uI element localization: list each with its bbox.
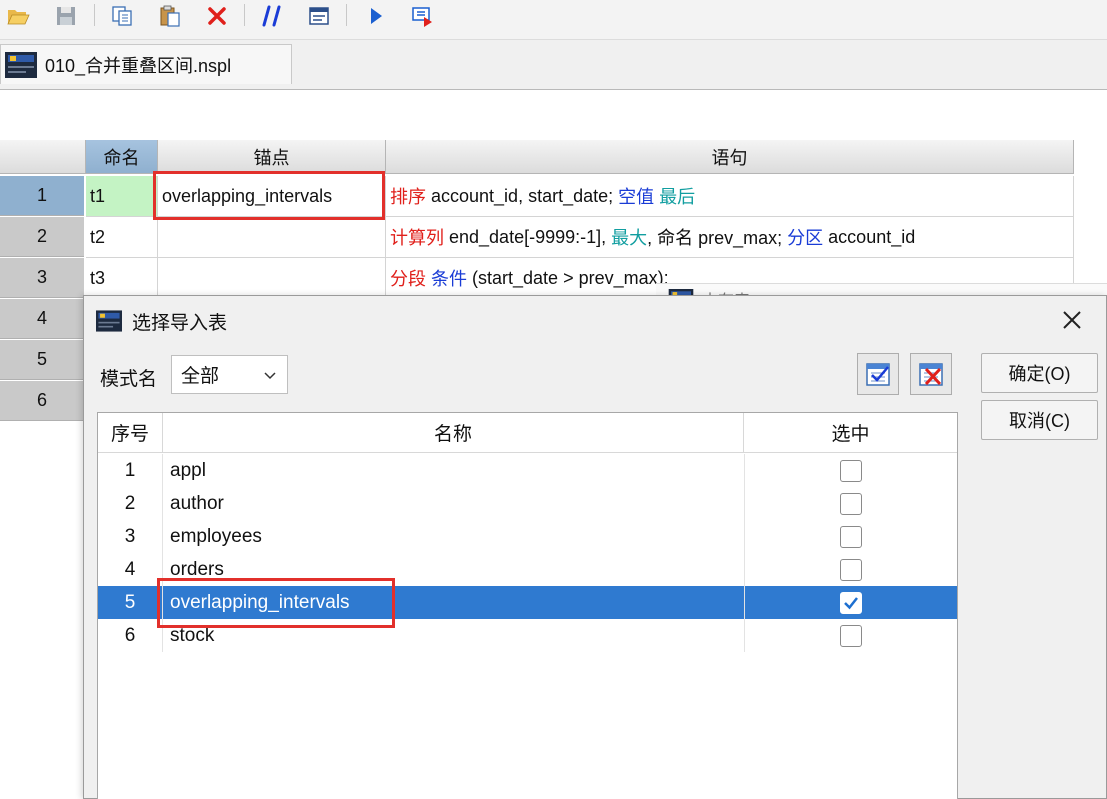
statement-text: account_id, start_date; bbox=[426, 185, 619, 206]
cell-statement[interactable]: 排序 account_id, start_date; 空值 最后 bbox=[386, 176, 1074, 217]
comment-icon[interactable] bbox=[258, 2, 286, 30]
list-item[interactable]: 4 orders bbox=[98, 553, 957, 586]
cell-anchor[interactable] bbox=[158, 258, 386, 299]
form-icon[interactable] bbox=[305, 2, 333, 30]
list-item-checkbox-cell[interactable] bbox=[744, 619, 957, 652]
open-folder-icon[interactable] bbox=[4, 2, 32, 30]
cell-name[interactable]: t3 bbox=[86, 258, 158, 299]
statement-keyword: 分区 bbox=[787, 228, 824, 248]
column-header-statement[interactable]: 语句 bbox=[386, 140, 1074, 174]
deselect-all-icon bbox=[919, 363, 943, 386]
grid-corner bbox=[0, 140, 86, 174]
cell-statement[interactable]: 计算列 end_date[-9999:-1], 最大, 命名 prev_max;… bbox=[386, 217, 1074, 258]
statement-keyword: 计算列 bbox=[390, 228, 444, 248]
delete-icon[interactable] bbox=[203, 2, 231, 30]
schema-label: 模式名 bbox=[100, 369, 158, 390]
select-all-icon bbox=[866, 363, 890, 386]
row-header[interactable]: 6 bbox=[0, 381, 84, 421]
schema-select-value: 全部 bbox=[181, 366, 220, 387]
program-file-icon bbox=[5, 51, 37, 78]
list-item[interactable]: 6 stock bbox=[98, 619, 957, 652]
list-item-name: overlapping_intervals bbox=[170, 591, 350, 613]
checkbox[interactable] bbox=[840, 558, 862, 581]
list-item-index: 6 bbox=[98, 619, 163, 652]
schema-select[interactable]: 全部 bbox=[171, 355, 288, 394]
checkbox[interactable] bbox=[840, 459, 862, 482]
list-item-index: 2 bbox=[98, 487, 163, 520]
statement-keyword: 条件 bbox=[431, 269, 468, 289]
select-import-table-dialog: 选择导入表 模式名 全部 确定(O) 取消(C) 序号 名称 选中 1 appl 2… bbox=[83, 295, 1107, 799]
row-header[interactable]: 1 bbox=[0, 176, 84, 216]
dialog-title: 选择导入表 bbox=[132, 312, 228, 334]
select-all-button[interactable] bbox=[857, 353, 899, 395]
cell-anchor[interactable]: overlapping_intervals bbox=[158, 176, 386, 217]
save-icon[interactable] bbox=[52, 2, 80, 30]
list-header-selected[interactable]: 选中 bbox=[744, 413, 957, 453]
list-item-name: appl bbox=[170, 459, 206, 481]
copy-icon[interactable] bbox=[108, 2, 136, 30]
list-item-index: 4 bbox=[98, 553, 163, 586]
tab-bar: 010_合并重叠区间.nspl bbox=[0, 40, 1107, 90]
statement-keyword: 排序 bbox=[390, 187, 426, 207]
statement-text: , 命名 prev_max; bbox=[647, 228, 788, 248]
list-item[interactable]: 3 employees bbox=[98, 520, 957, 553]
chevron-down-icon bbox=[264, 372, 276, 380]
list-item-name: author bbox=[170, 492, 224, 514]
list-item-checkbox-cell[interactable] bbox=[744, 454, 957, 487]
checkbox[interactable] bbox=[840, 492, 862, 515]
row-header[interactable]: 4 bbox=[0, 299, 84, 339]
statement-keyword: 分段 bbox=[390, 269, 426, 289]
list-item-index: 1 bbox=[98, 454, 163, 487]
row-header[interactable]: 3 bbox=[0, 258, 84, 298]
row-header[interactable]: 2 bbox=[0, 217, 84, 257]
list-item-name: orders bbox=[170, 558, 224, 580]
list-item[interactable]: 1 appl bbox=[98, 454, 957, 487]
statement-text: account_id bbox=[823, 226, 916, 247]
checkbox[interactable] bbox=[840, 624, 862, 647]
dialog-title-bar: 选择导入表 bbox=[84, 296, 1106, 346]
list-item[interactable]: 2 author bbox=[98, 487, 957, 520]
list-item-name: stock bbox=[170, 624, 215, 646]
list-item-checkbox-cell[interactable] bbox=[744, 586, 957, 619]
statement-keyword: 最大 bbox=[611, 228, 648, 248]
table-list: 序号 名称 选中 1 appl 2 author 3 employees 4 orders 5 o… bbox=[97, 412, 958, 799]
list-item-checkbox-cell[interactable] bbox=[744, 487, 957, 520]
list-item-checkbox-cell[interactable] bbox=[744, 520, 957, 553]
close-icon[interactable] bbox=[1060, 308, 1084, 332]
column-header-name[interactable]: 命名 bbox=[86, 140, 158, 174]
file-tab-label: 010_合并重叠区间.nspl bbox=[45, 55, 232, 76]
cell-name[interactable]: t1 bbox=[86, 176, 158, 217]
statement-keyword: 空值 bbox=[618, 187, 655, 207]
checkbox[interactable] bbox=[840, 591, 862, 614]
statement-text: end_date[-9999:-1], bbox=[444, 226, 612, 247]
list-item-name: employees bbox=[170, 525, 262, 547]
column-header-anchor[interactable]: 锚点 bbox=[158, 140, 386, 174]
list-item-index: 3 bbox=[98, 520, 163, 553]
statement-keyword: 最后 bbox=[659, 187, 696, 207]
step-run-icon[interactable] bbox=[408, 2, 436, 30]
check-icon bbox=[844, 596, 858, 609]
deselect-all-button[interactable] bbox=[910, 353, 952, 395]
checkbox[interactable] bbox=[840, 525, 862, 548]
list-item-index: 5 bbox=[98, 586, 163, 619]
statement-text: (start_date > prev_max); bbox=[467, 267, 674, 288]
toolbar bbox=[0, 0, 1107, 40]
cell-name[interactable]: t2 bbox=[86, 217, 158, 258]
run-icon[interactable] bbox=[362, 2, 390, 30]
dialog-app-icon bbox=[96, 310, 122, 332]
file-tab[interactable]: 010_合并重叠区间.nspl bbox=[0, 44, 292, 84]
list-item[interactable]: 5 overlapping_intervals bbox=[98, 586, 957, 619]
paste-icon[interactable] bbox=[156, 2, 184, 30]
list-item-checkbox-cell[interactable] bbox=[744, 553, 957, 586]
ok-button[interactable]: 确定(O) bbox=[981, 353, 1098, 393]
list-header-name[interactable]: 名称 bbox=[163, 413, 744, 453]
cell-anchor[interactable] bbox=[158, 217, 386, 258]
cancel-button[interactable]: 取消(C) bbox=[981, 400, 1098, 440]
row-header[interactable]: 5 bbox=[0, 340, 84, 380]
list-header-index[interactable]: 序号 bbox=[98, 413, 163, 453]
